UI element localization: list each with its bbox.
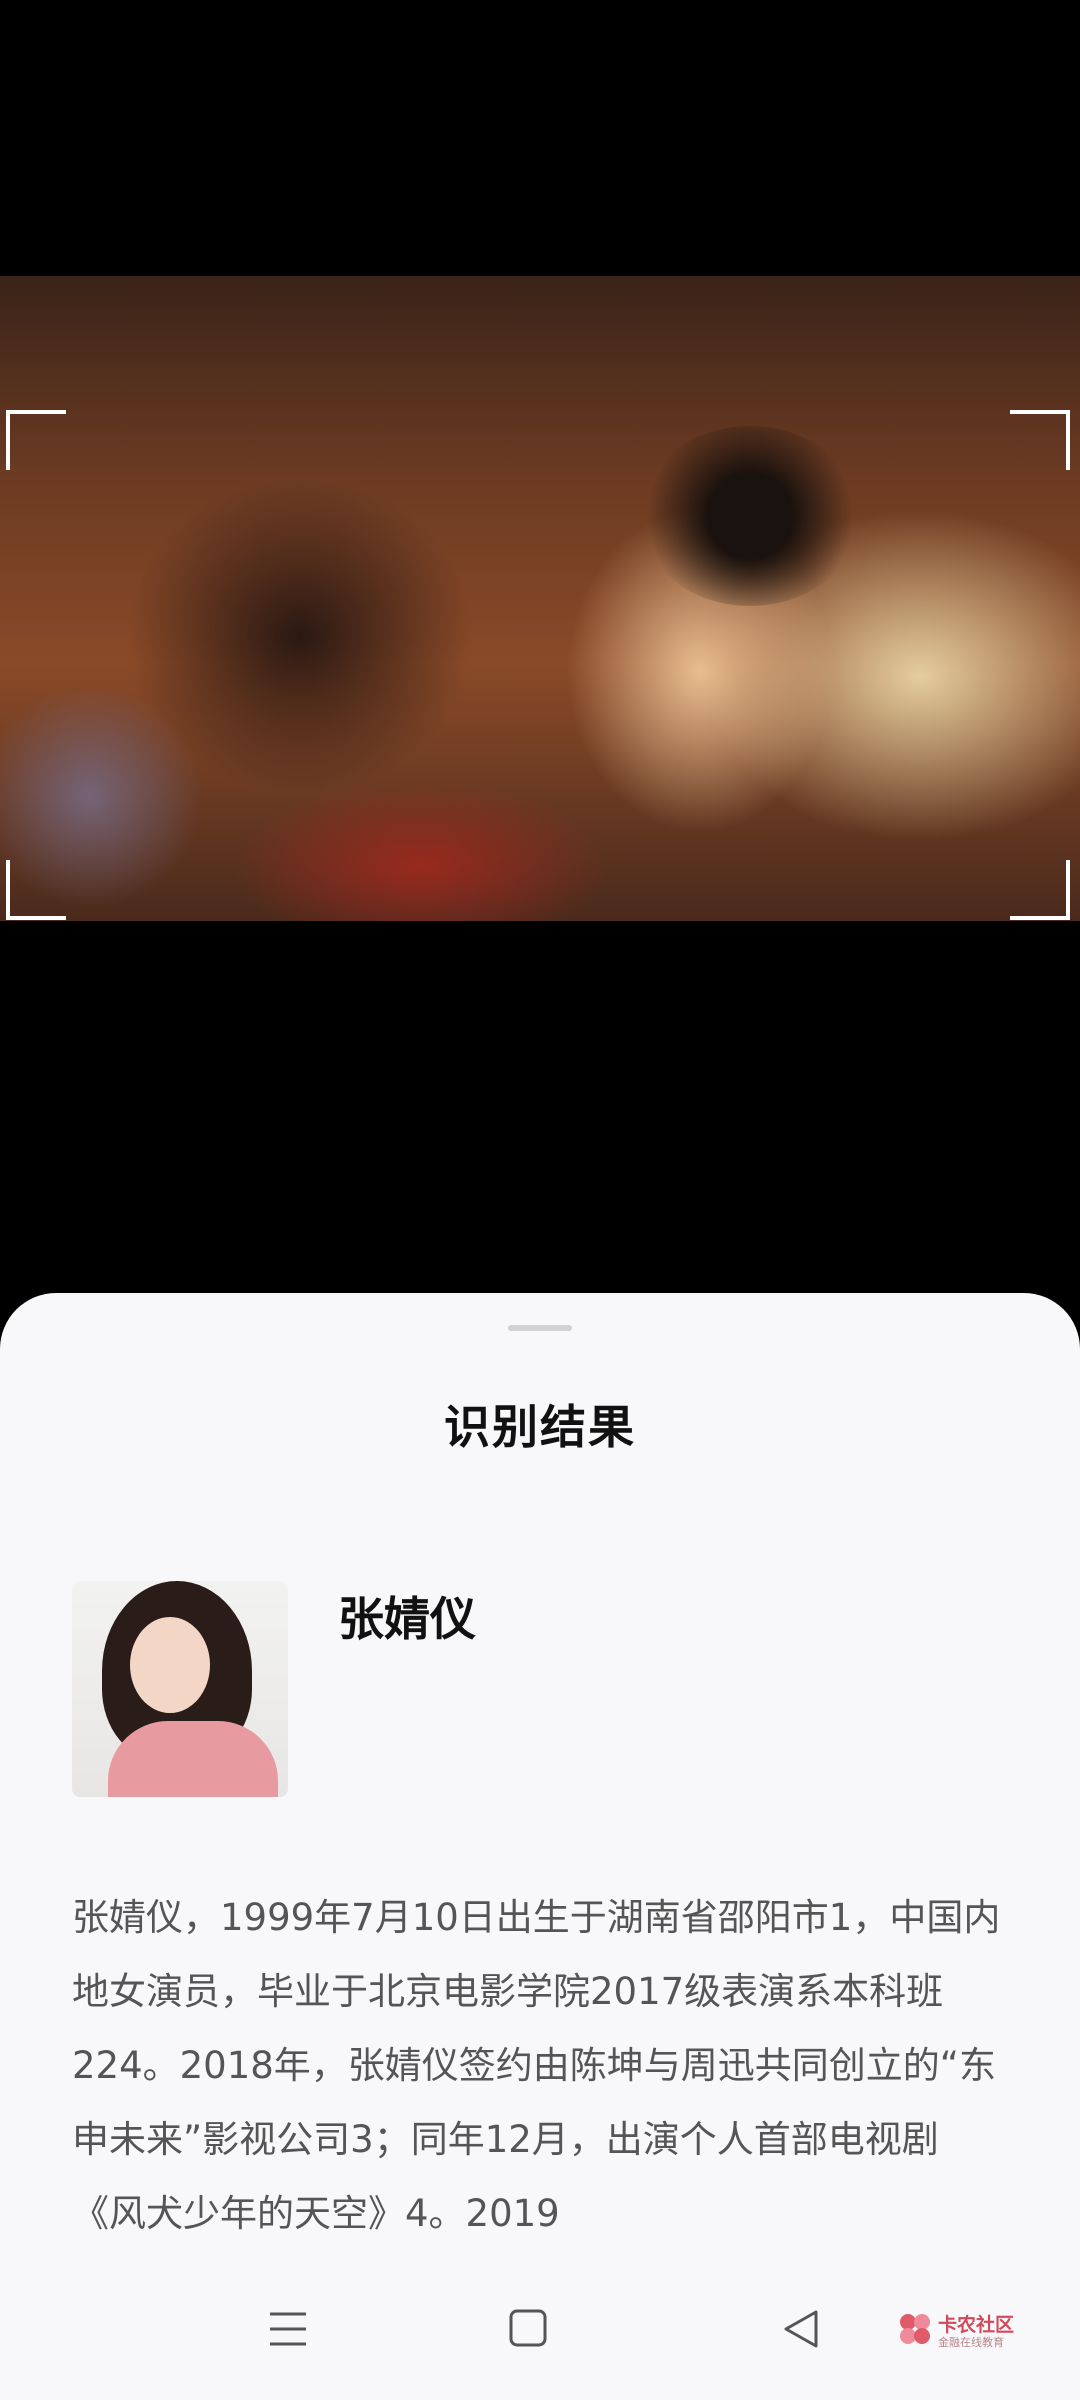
system-navigation-bar: 卡农社区 金融在线教育: [0, 2260, 1080, 2400]
person-description: 张婧仪，1999年7月10日出生于湖南省邵阳市1，中国内地女演员，毕业于北京电影…: [72, 1896, 1001, 2235]
back-icon[interactable]: [774, 2304, 830, 2354]
sheet-drag-handle[interactable]: [508, 1325, 572, 1331]
result-bottom-sheet: 识别结果 张婧仪 张婧仪，1999年7月10日出生于湖南省邵阳市1，中国内地女演…: [0, 1293, 1080, 2400]
crop-corner-top-left[interactable]: [6, 410, 66, 470]
crop-corner-bottom-left[interactable]: [6, 860, 66, 920]
crop-corner-top-right[interactable]: [1010, 410, 1070, 470]
menu-icon[interactable]: [260, 2304, 316, 2354]
watermark-title: 卡农社区: [938, 2314, 1015, 2336]
person-name[interactable]: 张婧仪: [338, 1583, 476, 1649]
crop-corner-bottom-right[interactable]: [1010, 860, 1070, 920]
watermark-logo-icon: [900, 2314, 930, 2344]
sheet-title: 识别结果: [444, 1400, 636, 1454]
recognition-crop-frame[interactable]: [6, 410, 1070, 920]
watermark: 卡农社区 金融在线教育: [898, 2312, 1058, 2352]
person-thumbnail[interactable]: [72, 1581, 288, 1797]
watermark-subtitle: 金融在线教育: [938, 2336, 1004, 2349]
home-icon[interactable]: [500, 2304, 556, 2354]
